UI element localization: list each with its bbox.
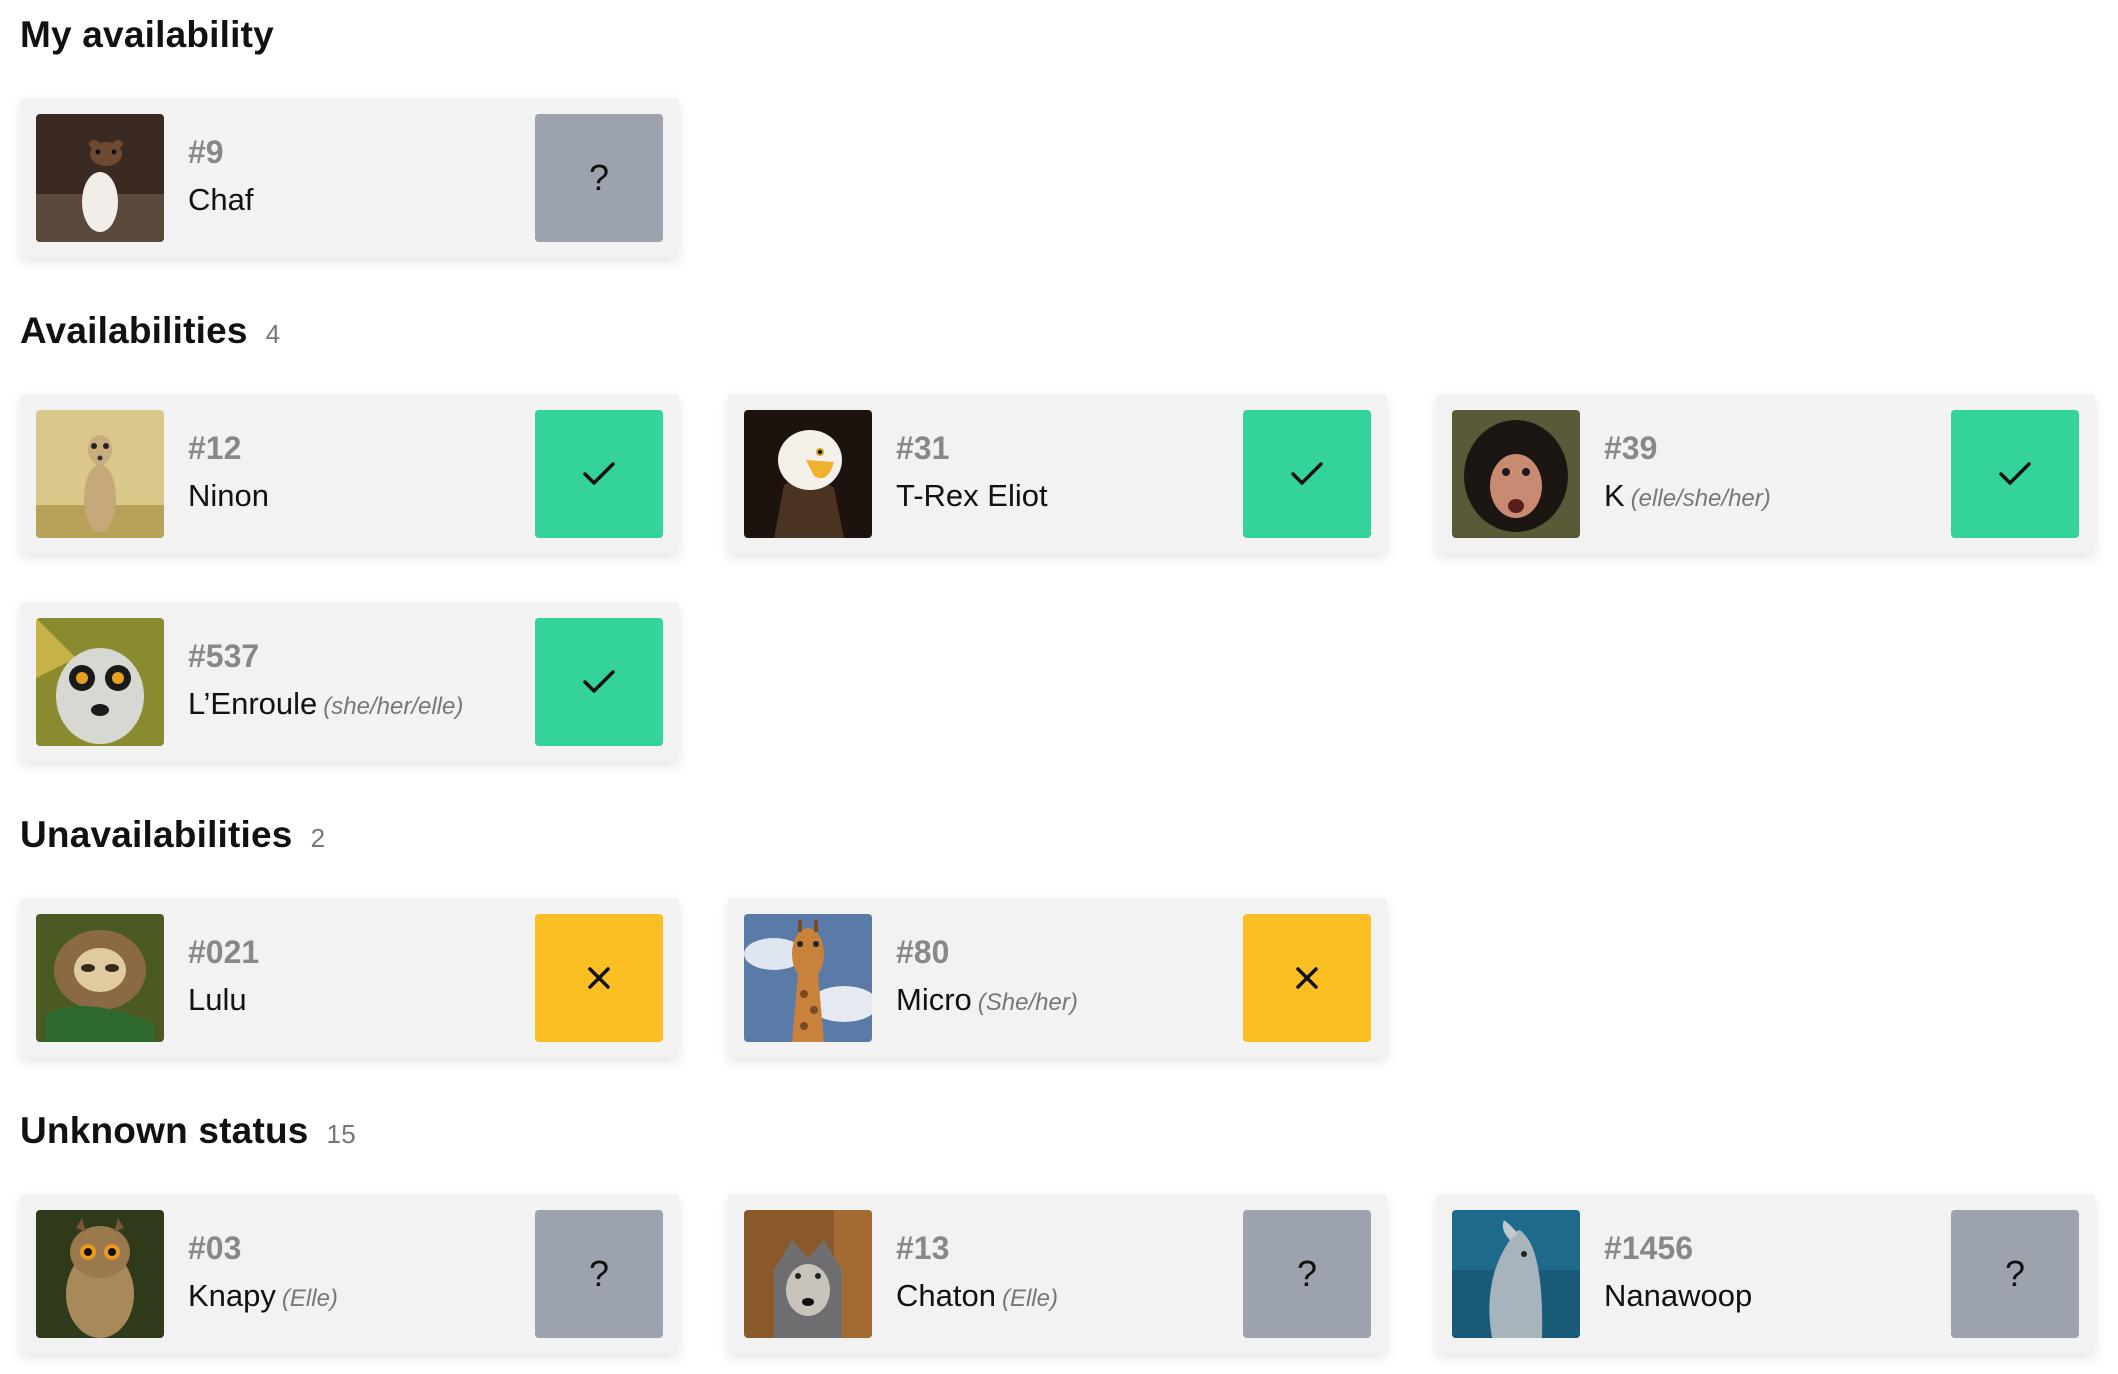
section-title-my-availability: My availability: [20, 14, 274, 56]
section-count: 4: [265, 319, 281, 349]
member-card: #021 Lulu: [20, 898, 679, 1057]
question-mark-icon: ?: [588, 1253, 610, 1294]
giraffe-photo: [744, 914, 872, 1042]
member-name-line: Micro (She/her): [896, 982, 1078, 1018]
chimpanzee-photo: [1452, 410, 1580, 538]
status-toggle-button[interactable]: ?: [1243, 1210, 1371, 1338]
member-name: Knapy: [188, 1278, 276, 1313]
member-card: #1456 Nanawoop ?: [1436, 1194, 2095, 1353]
member-pronouns: (elle/she/her): [1630, 485, 1771, 512]
member-name: Chaf: [188, 182, 254, 217]
check-icon: [583, 670, 615, 693]
member-card: #31 T-Rex Eliot: [728, 394, 1387, 553]
stoat-photo: [36, 114, 164, 242]
member-pronouns: (she/her/elle): [323, 693, 464, 720]
member-name: T-Rex Eliot: [896, 478, 1048, 513]
member-name: Micro: [896, 982, 972, 1017]
member-number: #9: [188, 134, 224, 170]
member-name-line: Ninon: [188, 478, 269, 514]
member-name: Nanawoop: [1604, 1278, 1753, 1313]
member-name: Ninon: [188, 478, 269, 513]
member-name-line: Chaf: [188, 182, 253, 218]
member-name-line: Chaton (Elle): [896, 1278, 1058, 1314]
member-pronouns: (Elle): [1001, 1285, 1058, 1312]
member-card: #39 K (elle/she/her): [1436, 394, 2095, 553]
member-name: L’Enroule: [188, 686, 318, 721]
status-toggle-button[interactable]: [1243, 410, 1371, 538]
member-name-line: T-Rex Eliot: [896, 478, 1048, 514]
check-icon: [1999, 462, 2031, 485]
status-toggle-button[interactable]: [535, 914, 663, 1042]
question-mark-icon: ?: [1296, 1253, 1318, 1294]
eagle-photo: [744, 410, 872, 538]
section-title-unavailabilities: Unavailabilities 2: [20, 814, 325, 856]
sloth-photo: [36, 914, 164, 1042]
check-icon: [583, 462, 615, 485]
status-toggle-button[interactable]: [535, 410, 663, 538]
section-title-availabilities: Availabilities 4: [20, 310, 280, 352]
wolf-photo: [744, 1210, 872, 1338]
member-pronouns: (She/her): [977, 989, 1078, 1016]
member-card: #537 L’Enroule (she/her/elle): [20, 602, 679, 761]
member-number: #537: [188, 638, 260, 674]
cross-icon: [588, 967, 610, 989]
question-mark-icon: ?: [588, 157, 610, 198]
status-toggle-button[interactable]: ?: [535, 114, 663, 242]
section-count: 2: [310, 823, 326, 853]
member-number: #39: [1604, 430, 1658, 466]
status-toggle-button[interactable]: [535, 618, 663, 746]
member-name-line: Nanawoop: [1604, 1278, 1752, 1314]
section-title-unknown-status: Unknown status 15: [20, 1110, 356, 1152]
section-title-label: Unavailabilities: [20, 814, 293, 855]
section-count: 15: [326, 1119, 356, 1149]
status-toggle-button[interactable]: ?: [535, 1210, 663, 1338]
member-card: #03 Knapy (Elle) ?: [20, 1194, 679, 1353]
member-name: K: [1604, 478, 1625, 513]
status-toggle-button[interactable]: [1243, 914, 1371, 1042]
member-pronouns: (Elle): [281, 1285, 338, 1312]
member-number: #31: [896, 430, 950, 466]
member-name-line: Lulu: [188, 982, 247, 1018]
member-number: #021: [188, 934, 260, 970]
member-name-line: L’Enroule (she/her/elle): [188, 686, 463, 722]
dolphin-photo: [1452, 1210, 1580, 1338]
status-toggle-button[interactable]: ?: [1951, 1210, 2079, 1338]
owl-photo: [36, 1210, 164, 1338]
member-card: #9 Chaf ?: [20, 98, 679, 257]
meerkat-photo: [36, 410, 164, 538]
member-number: #80: [896, 934, 950, 970]
section-title-label: My availability: [20, 14, 274, 55]
member-number: #12: [188, 430, 242, 466]
member-name-line: K (elle/she/her): [1604, 478, 1771, 514]
cross-icon: [1296, 967, 1318, 989]
member-card: #13 Chaton (Elle) ?: [728, 1194, 1387, 1353]
member-number: #03: [188, 1230, 242, 1266]
lemur-photo: [36, 618, 164, 746]
section-title-label: Unknown status: [20, 1110, 309, 1151]
status-toggle-button[interactable]: [1951, 410, 2079, 538]
member-card: #80 Micro (She/her): [728, 898, 1387, 1057]
member-name: Lulu: [188, 982, 247, 1017]
member-name-line: Knapy (Elle): [188, 1278, 338, 1314]
question-mark-icon: ?: [2004, 1253, 2026, 1294]
member-card: #12 Ninon: [20, 394, 679, 553]
check-icon: [1291, 462, 1323, 485]
member-number: #13: [896, 1230, 950, 1266]
section-title-label: Availabilities: [20, 310, 248, 351]
member-name: Chaton: [896, 1278, 996, 1313]
member-number: #1456: [1604, 1230, 1693, 1266]
